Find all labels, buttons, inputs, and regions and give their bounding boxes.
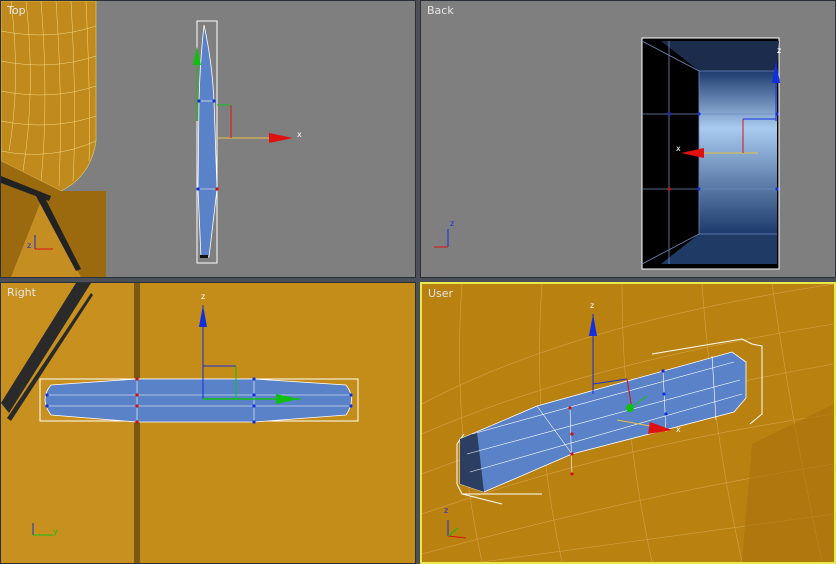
viewport-label-back[interactable]: Back	[427, 4, 454, 17]
axis-tripod-top-z: z	[27, 241, 32, 250]
gizmo-z-label: z	[201, 292, 205, 301]
gizmo-x-label: x	[676, 425, 681, 434]
viewport-back[interactable]: Back x z z	[420, 0, 836, 278]
gizmo-x-label: x	[676, 144, 681, 153]
viewport-label-user[interactable]: User	[428, 287, 453, 300]
axis-tripod-right-y: y	[53, 527, 58, 536]
top-scene: x	[1, 1, 302, 277]
right-scene: z	[1, 283, 415, 563]
axis-tripod-back-z: z	[450, 219, 455, 228]
gizmo-z-label: z	[777, 46, 781, 55]
viewport-label-right[interactable]: Right	[7, 286, 36, 299]
viewport-label-top[interactable]: Top	[7, 4, 26, 17]
user-scene: z x	[422, 284, 834, 562]
viewport-top[interactable]: Top x z	[0, 0, 416, 278]
viewport-user[interactable]: User z x z	[420, 282, 836, 564]
gizmo-x-label: x	[297, 130, 302, 139]
back-scene: x z	[434, 37, 781, 270]
viewport-right[interactable]: Right z y	[0, 282, 416, 564]
gizmo-z-label: z	[590, 301, 594, 310]
axis-tripod-user-z: z	[444, 506, 449, 515]
